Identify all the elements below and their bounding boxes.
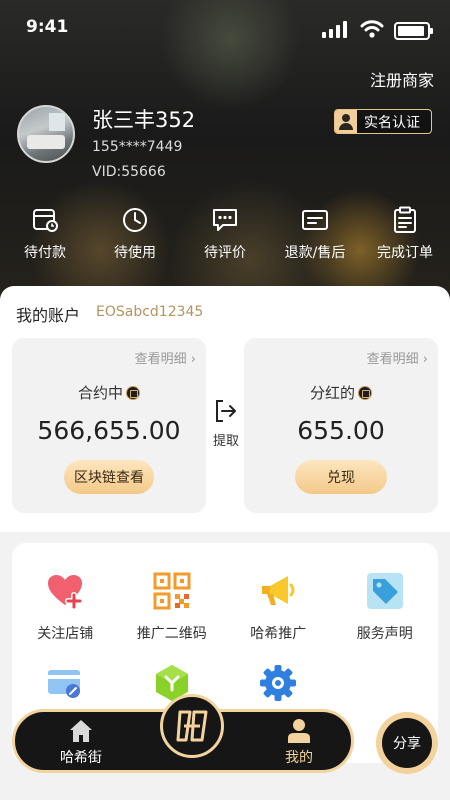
nav-mine-label: 我的 — [285, 750, 313, 766]
contract-box: 查看明细 › 合约中 566,655.00 区块链查看 — [12, 338, 206, 513]
service-hash-promotion[interactable]: 哈希推广 — [225, 571, 332, 643]
person-icon — [335, 110, 357, 133]
dividend-label: 分红的 — [309, 384, 355, 402]
order-completed[interactable]: 完成订单 — [360, 205, 450, 275]
profile-icon — [288, 719, 310, 743]
blockchain-view-button[interactable]: 区块链查看 — [64, 460, 154, 494]
coin-icon — [126, 386, 140, 400]
nav-home-label: 哈希街 — [60, 750, 102, 766]
dividend-detail-link[interactable]: 查看明细 › — [367, 348, 428, 367]
withdraw-label: 提取 — [212, 434, 239, 449]
order-to-review[interactable]: 待评价 — [180, 205, 270, 275]
contract-detail-link[interactable]: 查看明细 › — [135, 348, 196, 367]
order-label: 完成订单 — [377, 245, 433, 261]
account-title: 我的账户 — [16, 306, 81, 325]
dividend-label-row: 分红的 — [244, 382, 438, 403]
account-id: EOSabcd12345 — [96, 304, 204, 320]
comment-icon — [213, 209, 237, 231]
order-label: 待使用 — [114, 245, 156, 261]
center-logo-button[interactable] — [160, 694, 224, 758]
hash-logo-icon — [176, 710, 208, 742]
service-statement[interactable]: 服务声明 — [332, 571, 439, 643]
exit-arrow-icon — [216, 400, 236, 422]
nav-home[interactable]: 哈希街 — [41, 718, 121, 767]
user-name: 张三丰352 — [92, 108, 196, 132]
service-card-link[interactable] — [12, 663, 119, 715]
order-label: 待评价 — [204, 245, 246, 261]
contract-value: 566,655.00 — [37, 416, 181, 445]
user-phone: 155****7449 — [92, 139, 183, 155]
order-pending-payment[interactable]: 待付款 — [0, 205, 90, 275]
verify-badge[interactable]: 实名认证 — [334, 109, 432, 134]
order-to-use[interactable]: 待使用 — [90, 205, 180, 275]
order-label: 待付款 — [24, 245, 66, 261]
gear-icon — [260, 665, 297, 701]
services-row: 关注店铺 推广二维码 哈希推广 服务声明 — [12, 571, 438, 643]
redeem-button[interactable]: 兑现 — [295, 460, 387, 494]
clipboard-icon — [394, 206, 416, 233]
register-merchant-link[interactable]: 注册商家 — [370, 67, 434, 91]
card-link-icon — [48, 670, 81, 698]
payment-pending-icon — [33, 209, 58, 232]
share-label: 分享 — [382, 718, 432, 768]
service-label: 哈希推广 — [250, 626, 307, 642]
service-qr-code[interactable]: 推广二维码 — [119, 571, 226, 643]
tag-icon — [366, 573, 403, 609]
service-label: 推广二维码 — [136, 626, 207, 642]
dividend-value: 655.00 — [297, 416, 385, 445]
service-follow-shop[interactable]: 关注店铺 — [12, 571, 119, 643]
share-button[interactable]: 分享 — [376, 712, 438, 774]
contract-label: 合约中 — [77, 384, 123, 402]
order-label: 退款/售后 — [284, 245, 346, 261]
order-status-bar: 待付款 待使用 待评价 退款/售后 完成订单 — [0, 205, 450, 275]
profile-header: 9:41 注册商家 张三丰352 155****7449 VID:55666 实… — [0, 0, 450, 300]
service-settings[interactable] — [225, 663, 332, 715]
dividend-box: 查看明细 › 分红的 655.00 兑现 — [244, 338, 438, 513]
withdraw-button[interactable]: 提取 — [208, 398, 244, 449]
wifi-icon — [360, 20, 384, 38]
verify-badge-label: 实名认证 — [364, 114, 420, 131]
home-icon — [70, 720, 92, 742]
services-row — [12, 663, 438, 715]
coin-icon — [358, 386, 372, 400]
order-refund[interactable]: 退款/售后 — [270, 205, 360, 275]
status-bar: 9:41 — [0, 0, 450, 56]
megaphone-icon — [262, 576, 295, 605]
qr-code-icon — [153, 572, 191, 610]
service-label: 服务声明 — [356, 626, 413, 642]
avatar[interactable] — [17, 105, 75, 163]
nav-mine[interactable]: 我的 — [259, 718, 339, 767]
service-label: 关注店铺 — [37, 626, 94, 642]
status-time: 9:41 — [26, 17, 69, 37]
contract-label-row: 合约中 — [12, 382, 206, 403]
heart-plus-icon — [48, 575, 84, 610]
battery-icon — [394, 22, 433, 40]
refund-icon — [302, 210, 328, 230]
clock-icon — [123, 208, 147, 232]
user-vid: VID:55666 — [92, 164, 166, 180]
signal-icon — [322, 21, 347, 38]
